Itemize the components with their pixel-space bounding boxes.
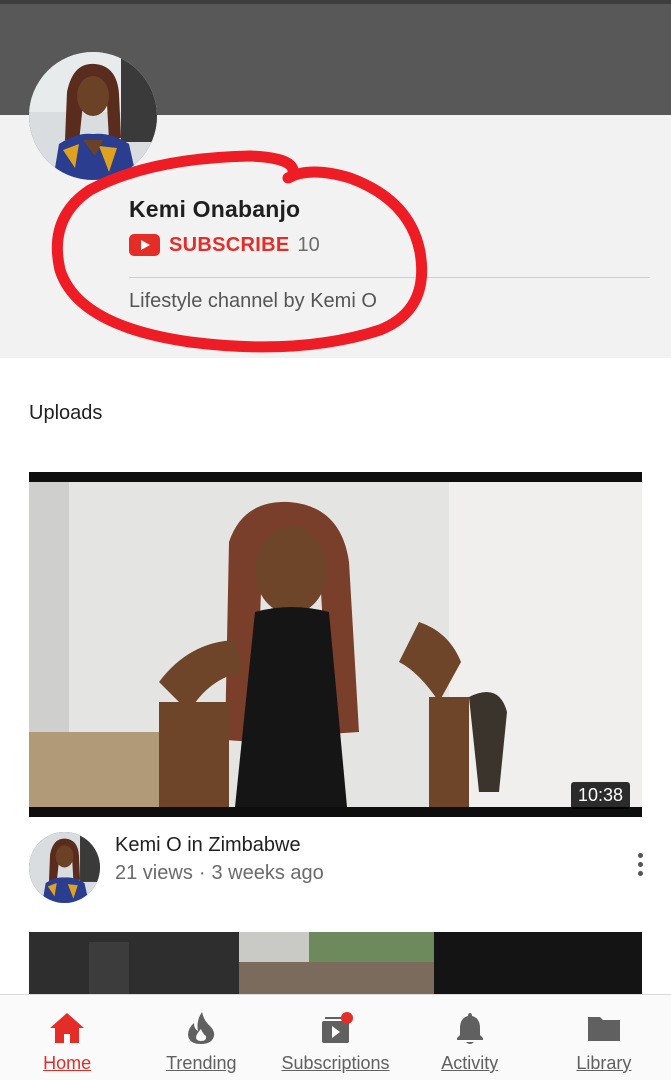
video-views: 21 views (115, 862, 193, 884)
nav-trending[interactable]: Trending (134, 995, 268, 1080)
nav-library[interactable]: Library (537, 995, 671, 1080)
meta-separator: · (198, 862, 206, 884)
subscribe-label: SUBSCRIBE (169, 233, 290, 256)
more-dot-icon (637, 861, 643, 867)
subscriber-count: 10 (297, 233, 320, 256)
nav-home[interactable]: Home (0, 995, 134, 1080)
video-thumbnail[interactable]: 10:38 (29, 472, 642, 817)
nav-library-label: Library (576, 1053, 632, 1073)
channel-name: Kemi Onabanjo (129, 196, 301, 222)
nav-subscriptions[interactable]: Subscriptions (268, 995, 402, 1080)
bell-icon (456, 1013, 483, 1044)
nav-trending-label: Trending (166, 1053, 237, 1073)
video-channel-avatar[interactable] (29, 832, 100, 903)
video-meta: 21 views · 3 weeks ago (115, 862, 324, 885)
channel-avatar-photo (29, 52, 157, 180)
nav-activity[interactable]: Activity (403, 995, 537, 1080)
video-age: 3 weeks ago (211, 862, 324, 884)
more-dot-icon (637, 870, 643, 876)
nav-activity-label: Activity (441, 1053, 499, 1073)
more-options-button[interactable] (626, 848, 654, 880)
subscribe-button[interactable]: SUBSCRIBE 10 (129, 231, 320, 259)
folder-icon (587, 1017, 620, 1041)
channel-avatar[interactable] (29, 52, 157, 180)
youtube-logo-icon (129, 234, 160, 256)
uploads-section-title: Uploads (29, 402, 103, 424)
flame-icon (188, 1012, 215, 1044)
header-divider (129, 277, 650, 278)
next-video-thumbnail[interactable] (29, 932, 642, 996)
video-channel-avatar-photo (29, 832, 100, 903)
more-dot-icon (637, 852, 643, 858)
video-duration-badge: 10:38 (570, 782, 630, 809)
bottom-navigation: Home Trending Subscriptions Activity Lib… (0, 994, 671, 1080)
nav-subscriptions-label: Subscriptions (281, 1053, 390, 1073)
channel-description: Lifestyle channel by Kemi O (129, 290, 377, 312)
nav-home-label: Home (43, 1053, 92, 1073)
next-video-thumbnail-image (29, 932, 642, 996)
video-title[interactable]: Kemi O in Zimbabwe (115, 834, 301, 857)
subscriptions-icon (321, 1012, 353, 1043)
home-icon (50, 1013, 85, 1043)
video-thumbnail-image (29, 472, 642, 817)
